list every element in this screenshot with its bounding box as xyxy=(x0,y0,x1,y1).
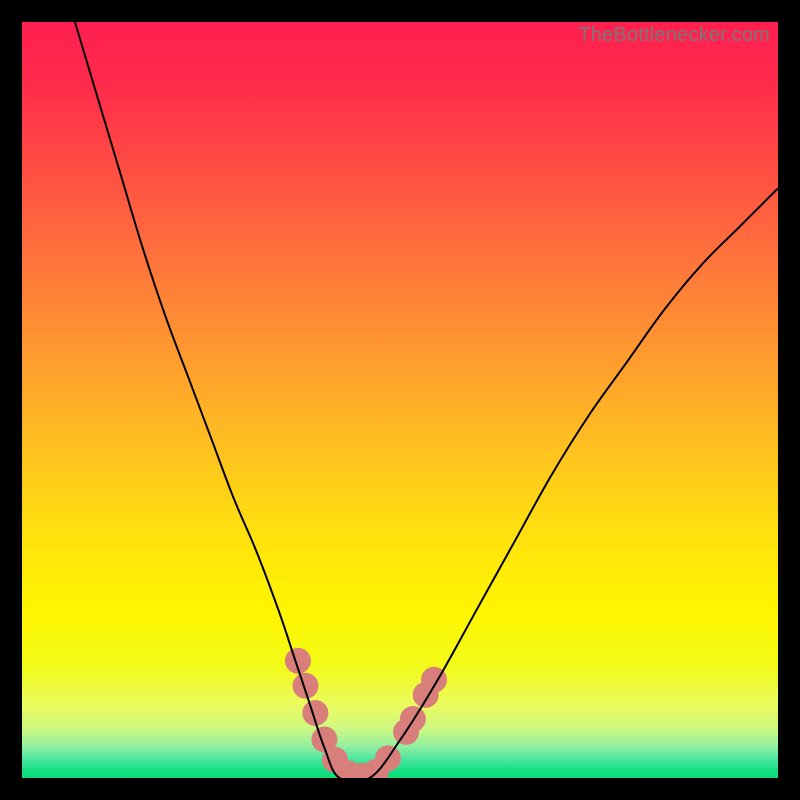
gradient-background xyxy=(22,22,778,778)
data-marker xyxy=(293,673,319,699)
bottleneck-chart xyxy=(22,22,778,778)
attribution-watermark: TheBottlenecker.com xyxy=(578,24,770,47)
plot-frame: TheBottlenecker.com xyxy=(22,22,778,778)
